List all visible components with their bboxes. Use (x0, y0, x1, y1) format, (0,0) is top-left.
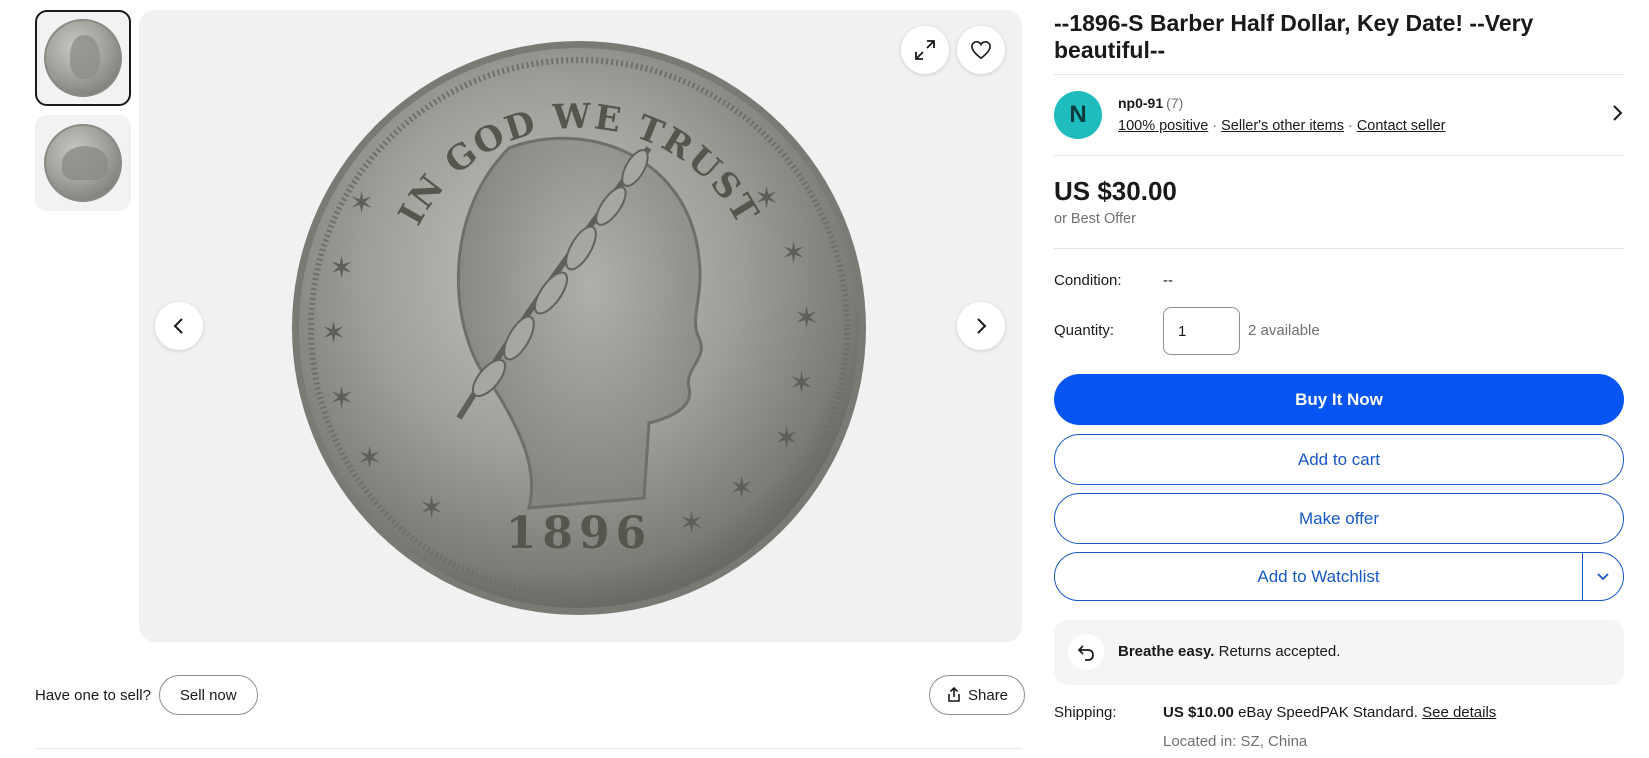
svg-text:✶: ✶ (794, 301, 819, 336)
main-product-image[interactable]: ✶ ✶ ✶ ✶ ✶ ✶ ✶ ✶ ✶ ✶ ✶ ✶ ✶ IN GOD WE TRUS… (139, 10, 1022, 642)
expand-icon (915, 40, 935, 60)
next-image-button[interactable] (957, 302, 1005, 350)
shipping-label: Shipping: (1054, 704, 1117, 721)
quantity-input[interactable] (1163, 307, 1240, 355)
share-icon (948, 687, 960, 702)
add-to-watchlist-group: Add to Watchlist (1054, 552, 1624, 601)
share-label: Share (968, 686, 1009, 704)
item-location: Located in: SZ, China (1163, 733, 1308, 750)
returns-text: Breathe easy. Returns accepted. (1118, 643, 1340, 660)
heart-icon (971, 40, 991, 60)
returns-icon (1068, 634, 1104, 670)
shipping-see-details-link[interactable]: See details (1422, 704, 1496, 721)
divider (35, 748, 1022, 749)
returns-policy-text: Returns accepted. (1218, 643, 1341, 660)
coin-obverse-thumbnail-image (44, 19, 122, 97)
listing-title: --1896-S Barber Half Dollar, Key Date! -… (1054, 10, 1534, 63)
svg-text:✶: ✶ (321, 316, 346, 351)
svg-text:✶: ✶ (329, 381, 354, 416)
make-offer-button[interactable]: Make offer (1054, 493, 1624, 544)
svg-text:✶: ✶ (679, 506, 704, 541)
share-button[interactable]: Share (929, 675, 1026, 715)
returns-bold-text: Breathe easy. (1118, 643, 1215, 660)
seller-links: 100% positive · Seller's other items · Conta… (1118, 118, 1445, 134)
divider (1054, 74, 1624, 75)
seller-feedback-count: (7) (1166, 95, 1184, 111)
condition-label: Condition: (1054, 272, 1122, 289)
sell-now-button[interactable]: Sell now (158, 675, 258, 715)
seller-other-items-link[interactable]: Seller's other items (1221, 118, 1344, 134)
shipping-cost: US $10.00 (1163, 704, 1234, 721)
thumbnail-obverse[interactable] (35, 10, 131, 106)
svg-text:✶: ✶ (781, 236, 806, 271)
thumbnail-reverse[interactable] (35, 115, 131, 211)
chevron-right-icon (977, 318, 987, 334)
sell-prompt-row: Have one to sell? Sell now (35, 675, 258, 715)
chevron-right-icon (1613, 105, 1623, 121)
coin-image: ✶ ✶ ✶ ✶ ✶ ✶ ✶ ✶ ✶ ✶ ✶ ✶ ✶ IN GOD WE TRUS… (292, 41, 866, 615)
buy-it-now-button[interactable]: Buy It Now (1054, 374, 1624, 425)
seller-info: N np0-91 (7) 100% positive · Seller's other… (1054, 91, 1624, 141)
svg-text:✶: ✶ (357, 441, 382, 476)
separator-dot: · (1347, 118, 1353, 134)
best-offer-note: or Best Offer (1054, 211, 1136, 227)
divider (1054, 155, 1624, 156)
svg-text:✶: ✶ (349, 186, 374, 221)
seller-name-line: np0-91 (7) (1118, 95, 1183, 111)
svg-text:✶: ✶ (419, 491, 444, 526)
svg-text:✶: ✶ (329, 251, 354, 286)
coin-reverse-thumbnail-image (44, 124, 122, 202)
coin-year: 1896 (506, 508, 652, 559)
quantity-label: Quantity: (1054, 322, 1115, 339)
shipping-value: US $10.00 eBay SpeedPAK Standard. See de… (1163, 704, 1496, 721)
add-to-watchlist-button[interactable]: Add to Watchlist (1055, 553, 1582, 600)
returns-banner: Breathe easy. Returns accepted. (1054, 620, 1624, 685)
seller-name[interactable]: np0-91 (1118, 95, 1163, 111)
divider (1054, 248, 1624, 249)
expand-image-button[interactable] (901, 26, 949, 74)
contact-seller-link[interactable]: Contact seller (1357, 118, 1446, 134)
watchlist-dropdown-button[interactable] (1583, 553, 1623, 600)
watchlist-heart-button[interactable] (957, 26, 1005, 74)
condition-value: -- (1163, 272, 1173, 289)
svg-text:✶: ✶ (789, 366, 814, 401)
chevron-down-icon (1597, 572, 1609, 580)
separator-dot: · (1212, 118, 1218, 134)
svg-text:✶: ✶ (729, 471, 754, 506)
svg-text:✶: ✶ (774, 421, 799, 456)
chevron-left-icon (173, 318, 183, 334)
shipping-method: eBay SpeedPAK Standard. (1238, 704, 1418, 721)
sell-prompt-label: Have one to sell? (35, 686, 151, 704)
price: US $30.00 (1054, 176, 1177, 206)
seller-details-button[interactable] (1610, 103, 1624, 128)
seller-positive-link[interactable]: 100% positive (1118, 118, 1208, 134)
previous-image-button[interactable] (155, 302, 203, 350)
add-to-cart-button[interactable]: Add to cart (1054, 434, 1624, 485)
seller-avatar[interactable]: N (1054, 91, 1102, 139)
quantity-available: 2 available (1248, 322, 1320, 339)
